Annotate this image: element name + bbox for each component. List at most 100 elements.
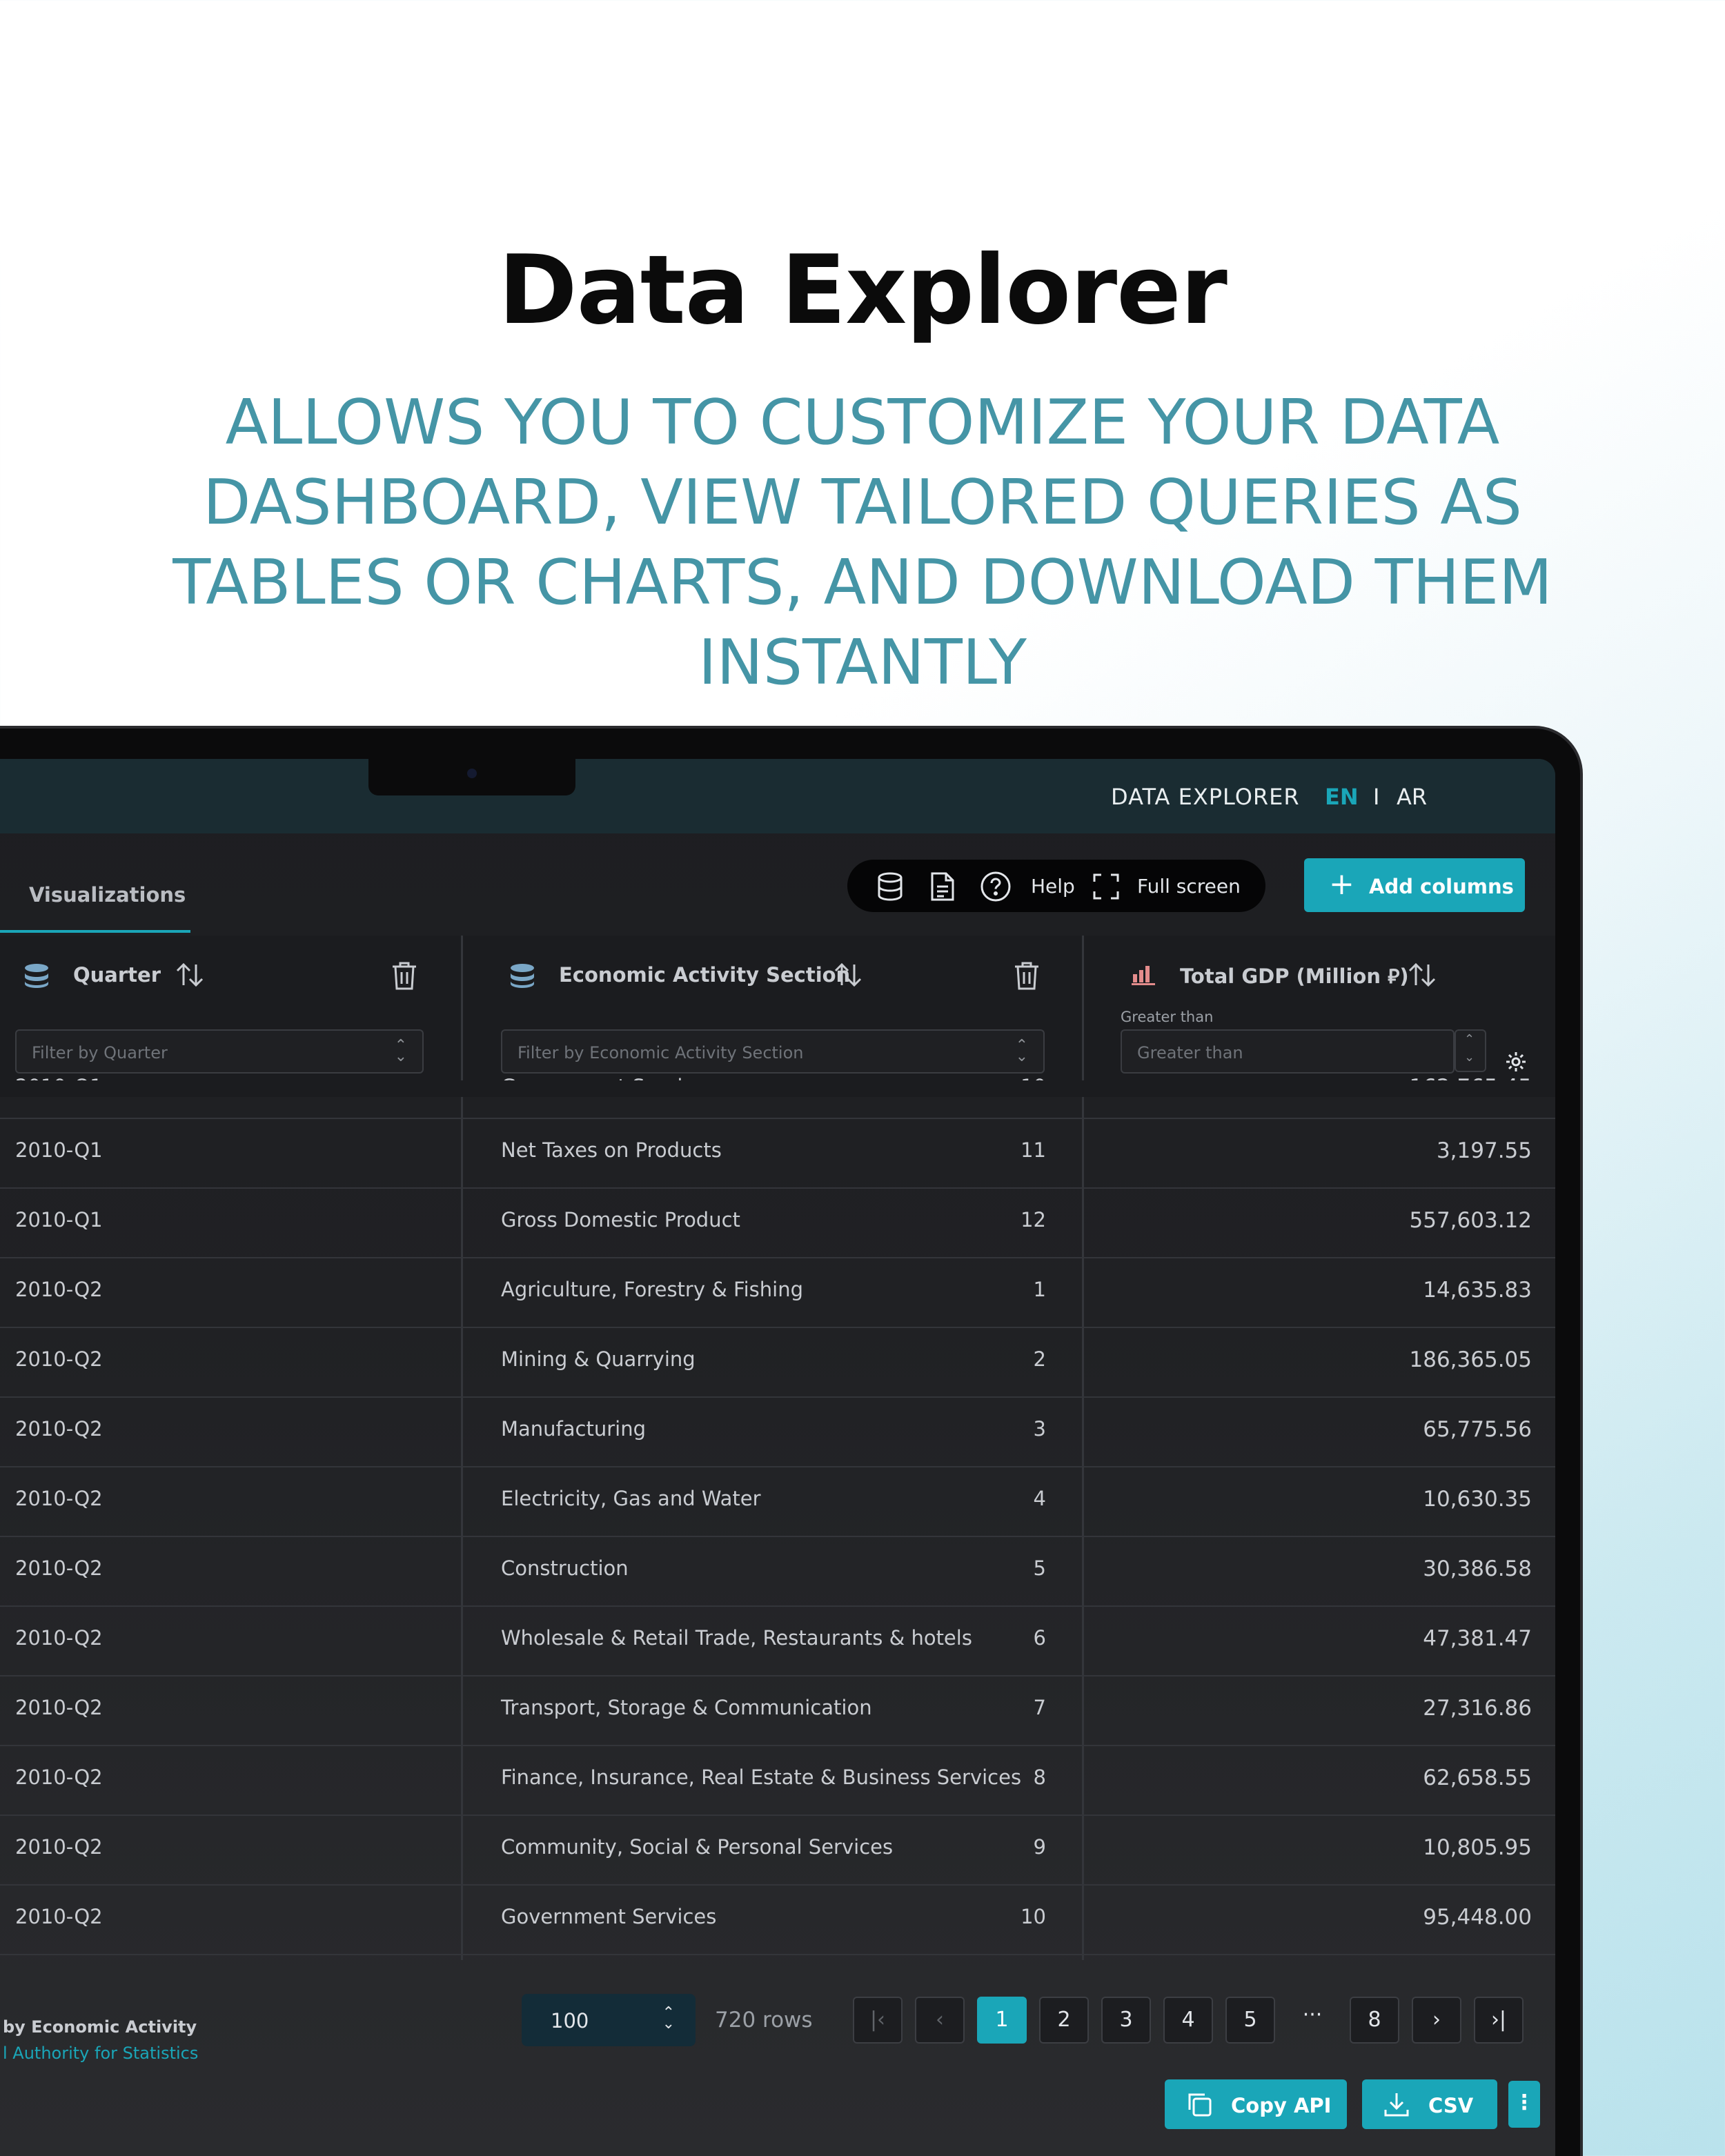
- page-button-5[interactable]: 5: [1225, 1997, 1275, 2044]
- add-columns-button[interactable]: + Add columns: [1304, 858, 1525, 912]
- section-cell: Finance, Insurance, Real Estate & Busine…: [501, 1766, 1022, 1789]
- prev-page-button[interactable]: ‹: [915, 1997, 965, 2044]
- gdp-value-cell: 27,316.86: [1423, 1696, 1532, 1721]
- pagination-ellipsis: ···: [1302, 2003, 1323, 2027]
- gear-icon[interactable]: [1504, 1050, 1528, 1074]
- page-button-1[interactable]: 1: [977, 1997, 1027, 2044]
- column-header-quarter[interactable]: Quarter: [73, 963, 161, 987]
- nav-title[interactable]: DATA EXPLORER: [1111, 784, 1300, 810]
- quarter-cell: 2010-Q2: [15, 1417, 103, 1441]
- section-code-cell: 5: [1033, 1556, 1046, 1580]
- quarter-cell: 2010-Q1: [15, 1138, 103, 1162]
- page-button-8[interactable]: 8: [1350, 1997, 1399, 2044]
- section-code-cell: 7: [1033, 1696, 1046, 1719]
- section-cell: Wholesale & Retail Trade, Restaurants & …: [501, 1626, 972, 1650]
- lang-en-link[interactable]: EN: [1325, 784, 1359, 810]
- chevron-updown-icon: ⌃ ⌄: [394, 1037, 407, 1065]
- section-cell: Government Services: [501, 1905, 717, 1928]
- section-cell: Community, Social & Personal Services: [501, 1835, 894, 1859]
- quarter-cell: 2010-Q2: [15, 1696, 103, 1719]
- section-code-cell: 10: [1021, 1905, 1046, 1928]
- first-page-button[interactable]: |‹: [853, 1997, 903, 2044]
- quarter-cell: 2010-Q1: [15, 1208, 103, 1232]
- dataset-source-link[interactable]: l Authority for Statistics: [3, 2044, 198, 2063]
- gdp-value-cell: 186,365.05: [1409, 1347, 1532, 1372]
- page-button-4[interactable]: 4: [1163, 1997, 1213, 2044]
- gdp-value-cell: 3,197.55: [1436, 1138, 1532, 1163]
- tab-visualizations[interactable]: Visualizations: [29, 883, 186, 907]
- fullscreen-label[interactable]: Full screen: [1137, 875, 1241, 898]
- database-icon[interactable]: [876, 872, 904, 901]
- row-divider: [0, 1327, 1555, 1328]
- last-page-button[interactable]: ›|: [1474, 1997, 1524, 2044]
- row-divider: [0, 1466, 1555, 1467]
- quarter-filter-select[interactable]: Filter by Quarter ⌃ ⌄: [15, 1029, 424, 1074]
- gdp-value-cell: 30,386.58: [1423, 1556, 1532, 1581]
- trash-icon[interactable]: [1013, 960, 1041, 991]
- section-filter-select[interactable]: Filter by Economic Activity Section ⌃ ⌄: [501, 1029, 1045, 1074]
- gdp-filter-placeholder: Greater than: [1137, 1043, 1243, 1062]
- row-divider: [0, 1536, 1555, 1537]
- gdp-filter-label: Greater than: [1121, 1009, 1214, 1025]
- sort-icon[interactable]: [175, 962, 204, 988]
- trash-icon[interactable]: [391, 960, 418, 991]
- sort-icon[interactable]: [834, 962, 862, 988]
- column-header-section[interactable]: Economic Activity Section: [559, 963, 850, 987]
- gdp-value-cell: 557,603.12: [1409, 1208, 1532, 1233]
- app-screen: DATA EXPLORER EN I AR Visualizations Hel…: [0, 759, 1555, 2156]
- page-button-3[interactable]: 3: [1101, 1997, 1151, 2044]
- csv-download-button[interactable]: CSV: [1362, 2079, 1497, 2129]
- section-code-cell: 4: [1033, 1487, 1046, 1510]
- row-divider: [0, 1745, 1555, 1746]
- section-cell: Electricity, Gas and Water: [501, 1487, 761, 1510]
- section-code-cell: 8: [1033, 1766, 1046, 1789]
- toolbar-pill: Help Full screen: [847, 860, 1265, 912]
- quarter-cell: 2010-Q2: [15, 1905, 103, 1928]
- fullscreen-icon[interactable]: [1093, 873, 1119, 900]
- more-options-button[interactable]: ⋮: [1508, 2081, 1540, 2128]
- rows-per-page-value: 100: [551, 2009, 589, 2033]
- document-icon[interactable]: [930, 871, 955, 902]
- quarter-cell: 2010-Q2: [15, 1766, 103, 1789]
- gdp-value-cell: 95,448.00: [1423, 1905, 1532, 1930]
- rows-per-page-select[interactable]: 100 ⌃ ⌄: [522, 1994, 696, 2046]
- help-icon[interactable]: [980, 871, 1012, 902]
- quarter-cell: 2010-Q2: [15, 1278, 103, 1301]
- quarter-cell: 2010-Q2: [15, 1347, 103, 1371]
- gdp-value-cell: 62,658.55: [1423, 1766, 1532, 1790]
- chevron-updown-icon: ⌃ ⌄: [662, 2004, 675, 2033]
- gdp-filter-input[interactable]: Greater than: [1121, 1029, 1455, 1074]
- section-filter-placeholder: Filter by Economic Activity Section: [518, 1043, 804, 1062]
- help-label[interactable]: Help: [1031, 875, 1075, 898]
- sort-icon[interactable]: [1408, 962, 1437, 988]
- dataset-icon: [511, 964, 534, 988]
- row-divider: [0, 1954, 1555, 1955]
- csv-label: CSV: [1428, 2094, 1474, 2117]
- row-count: 720 rows: [715, 2008, 813, 2033]
- row-divider: [0, 1605, 1555, 1607]
- download-icon: [1384, 2093, 1409, 2117]
- column-header-gdp[interactable]: Total GDP (Million ⃁): [1180, 963, 1409, 989]
- section-code-cell: 2: [1033, 1347, 1046, 1371]
- page-button-2[interactable]: 2: [1039, 1997, 1089, 2044]
- row-divider: [0, 1257, 1555, 1258]
- gdp-filter-stepper[interactable]: ⌃ ⌄: [1455, 1029, 1486, 1072]
- section-cell: Construction: [501, 1556, 629, 1580]
- quarter-cell: 2010-Q2: [15, 1626, 103, 1650]
- copy-api-button[interactable]: Copy API: [1165, 2079, 1347, 2129]
- section-cell: Transport, Storage & Communication: [501, 1696, 872, 1719]
- hero-title: Data Explorer: [498, 235, 1228, 346]
- row-divider: [0, 1187, 1555, 1189]
- next-page-button[interactable]: ›: [1412, 1997, 1461, 2044]
- lang-separator: I: [1373, 784, 1380, 810]
- section-cell: Agriculture, Forestry & Fishing: [501, 1278, 804, 1301]
- bar-chart-icon: [1132, 966, 1155, 985]
- dataset-icon: [25, 964, 48, 988]
- camera-icon: [467, 769, 477, 778]
- row-divider: [0, 1675, 1555, 1677]
- quarter-cell: 2010-Q2: [15, 1556, 103, 1580]
- gdp-value-cell: 14,635.83: [1423, 1278, 1532, 1303]
- lang-ar-link[interactable]: AR: [1397, 784, 1427, 810]
- quarter-cell: 2010-Q2: [15, 1835, 103, 1859]
- gdp-value-cell: 10,805.95: [1423, 1835, 1532, 1860]
